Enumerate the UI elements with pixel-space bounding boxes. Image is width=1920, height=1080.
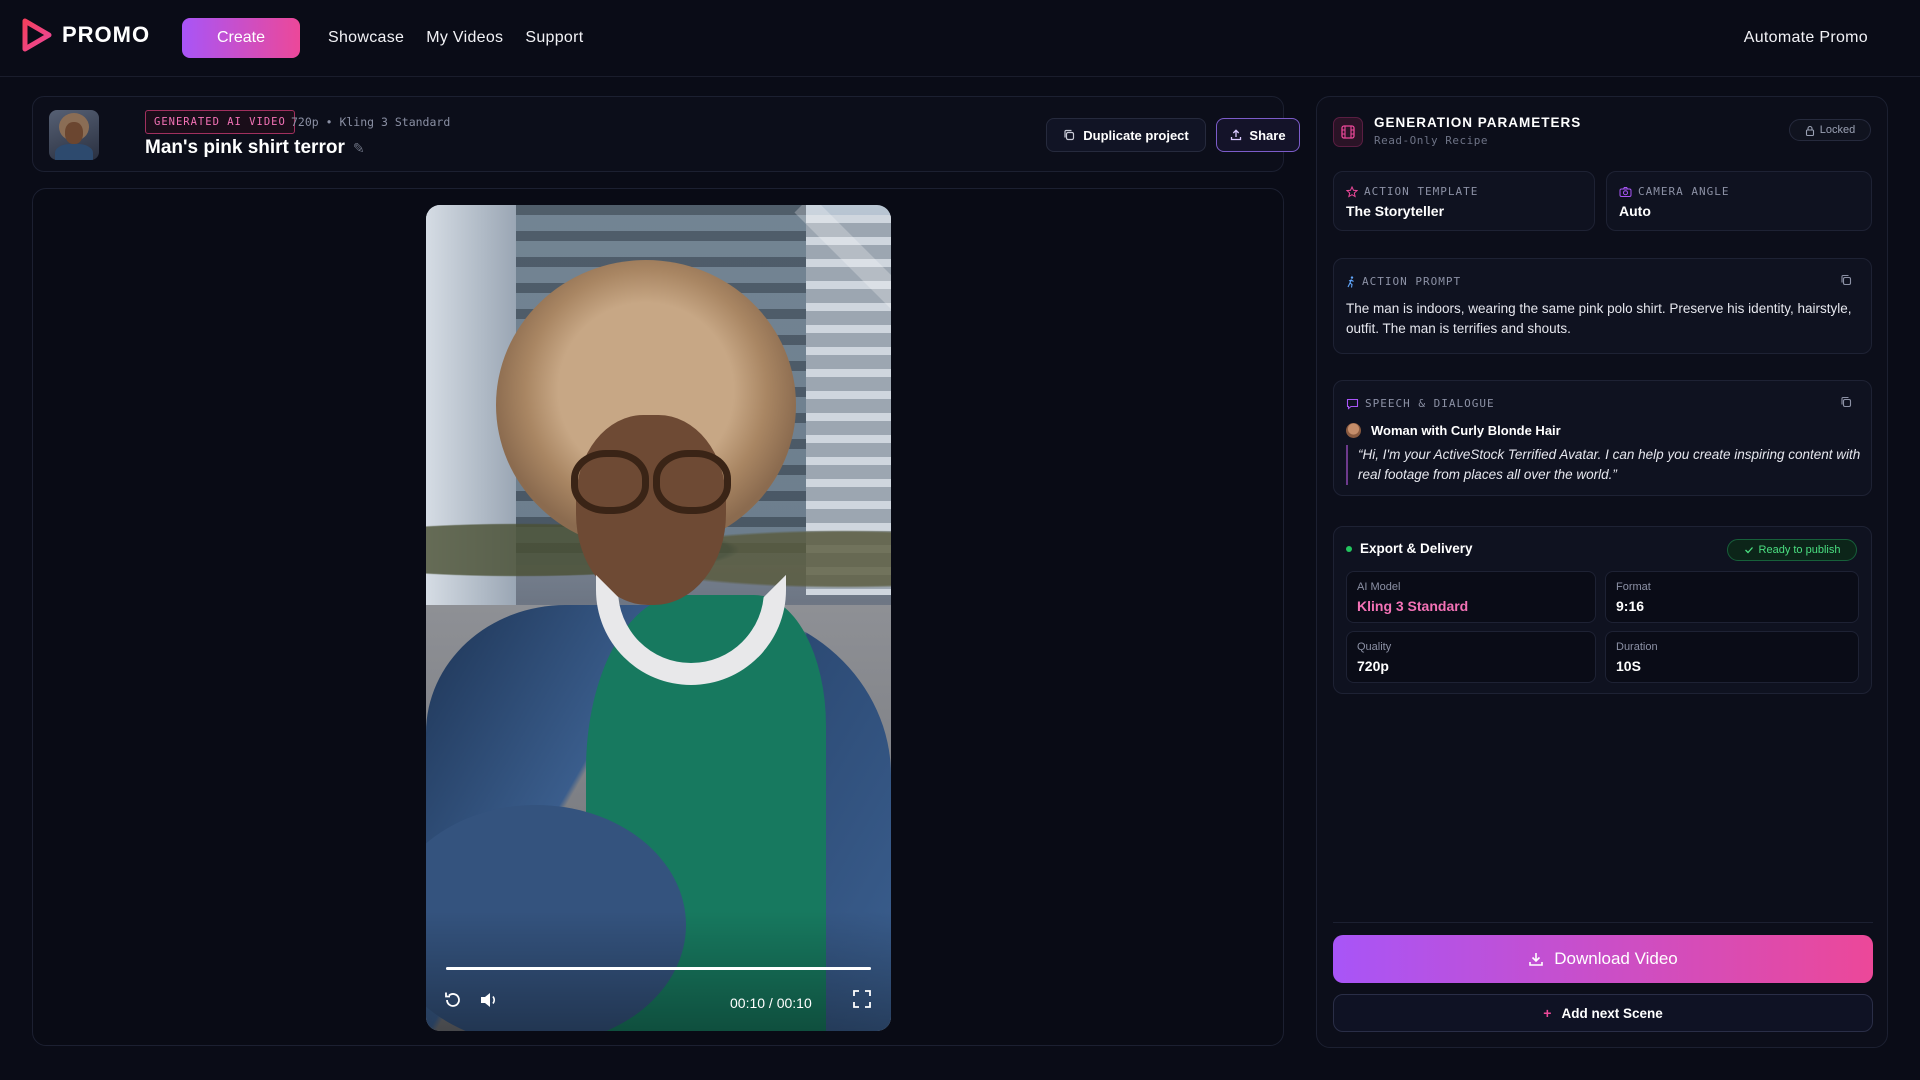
locked-badge: Locked <box>1789 119 1871 141</box>
camera-icon <box>1619 186 1632 197</box>
edit-pencil-icon[interactable]: ✎ <box>353 140 365 157</box>
action-prompt-label: ACTION PROMPT <box>1362 275 1462 288</box>
project-bar: GENERATED AI VIDEO 720p • Kling 3 Standa… <box>32 96 1300 172</box>
check-icon <box>1744 547 1753 554</box>
ai-model-label: AI Model <box>1357 581 1401 593</box>
format-value: 9:16 <box>1616 598 1645 614</box>
logo[interactable]: PROMO <box>22 18 150 52</box>
project-thumbnail <box>49 110 99 160</box>
video-player[interactable]: 00:10 / 00:10 <box>426 205 891 1031</box>
running-figure-icon <box>1347 275 1354 288</box>
export-title: Export & Delivery <box>1360 541 1473 556</box>
star-icon <box>1346 185 1358 198</box>
action-template-value: The Storyteller <box>1346 203 1445 219</box>
next-scene-label: Add next Scene <box>1561 1005 1663 1021</box>
volume-icon[interactable] <box>478 989 500 1011</box>
speaker-avatar <box>1346 423 1361 438</box>
duration-label: Duration <box>1616 641 1658 653</box>
action-prompt-card: ACTION PROMPT The man is indoors, wearin… <box>1333 258 1872 354</box>
format-field: Format 9:16 <box>1605 571 1859 623</box>
nav-my-videos[interactable]: My Videos <box>426 29 503 47</box>
duration-value: 10S <box>1616 658 1641 674</box>
download-video-button[interactable]: Download Video <box>1333 935 1873 983</box>
copy-dialogue-icon[interactable] <box>1840 395 1852 413</box>
share-label: Share <box>1249 127 1286 143</box>
generation-parameters-panel: GENERATION PARAMETERS Read-Only Recipe L… <box>1316 96 1888 1048</box>
add-next-scene-button[interactable]: + Add next Scene <box>1333 994 1873 1032</box>
project-title-row: Man's pink shirt terror ✎ <box>145 137 365 159</box>
nav-support[interactable]: Support <box>525 29 583 47</box>
speech-label: SPEECH & DIALOGUE <box>1365 397 1495 410</box>
camera-angle-label: CAMERA ANGLE <box>1638 185 1730 198</box>
plus-icon: + <box>1543 1005 1552 1021</box>
video-time: 00:10 / 00:10 <box>730 995 812 1011</box>
dialogue-quote: “Hi, I'm your ActiveStock Terrified Avat… <box>1346 445 1866 485</box>
export-delivery-card: Export & Delivery Ready to publish AI Mo… <box>1333 526 1872 694</box>
action-prompt-text: The man is indoors, wearing the same pin… <box>1346 301 1852 336</box>
ready-label: Ready to publish <box>1758 544 1841 556</box>
nav-showcase[interactable]: Showcase <box>328 29 404 47</box>
action-template-card: ACTION TEMPLATE The Storyteller <box>1333 171 1595 231</box>
video-progress-fill <box>446 967 871 970</box>
panel-divider <box>1333 922 1873 923</box>
quality-field: Quality 720p <box>1346 631 1596 683</box>
format-label: Format <box>1616 581 1651 593</box>
speaker-row: Woman with Curly Blonde Hair <box>1346 423 1561 438</box>
speaker-name: Woman with Curly Blonde Hair <box>1371 423 1561 438</box>
film-icon <box>1333 117 1363 147</box>
copy-prompt-icon[interactable] <box>1840 273 1852 291</box>
glasses <box>571 450 731 514</box>
project-meta: 720p • Kling 3 Standard <box>291 115 451 129</box>
quality-value: 720p <box>1357 658 1389 674</box>
ai-model-value: Kling 3 Standard <box>1357 598 1469 614</box>
lock-icon <box>1805 125 1814 136</box>
create-button[interactable]: Create <box>182 18 300 58</box>
video-progress-bar[interactable] <box>446 967 871 970</box>
duplicate-project-button[interactable]: Duplicate project <box>1046 118 1206 152</box>
duplicate-label: Duplicate project <box>1083 127 1189 143</box>
duration-field: Duration 10S <box>1605 631 1859 683</box>
ready-to-publish-badge: Ready to publish <box>1727 539 1857 561</box>
params-title: GENERATION PARAMETERS <box>1374 115 1582 130</box>
params-subtitle: Read-Only Recipe <box>1374 134 1488 147</box>
speech-dialogue-card: SPEECH & DIALOGUE Woman with Curly Blond… <box>1333 380 1872 496</box>
generated-badge: GENERATED AI VIDEO <box>145 110 295 134</box>
share-button[interactable]: Share <box>1216 118 1300 152</box>
fullscreen-icon[interactable] <box>852 989 872 1009</box>
main-nav: Showcase My Videos Support <box>328 29 583 47</box>
ai-model-field: AI Model Kling 3 Standard <box>1346 571 1596 623</box>
automate-promo-link[interactable]: Automate Promo <box>1744 29 1868 47</box>
replay-icon[interactable] <box>442 989 464 1011</box>
play-logo-icon <box>22 18 52 52</box>
camera-angle-value: Auto <box>1619 203 1651 219</box>
project-title: Man's pink shirt terror <box>145 137 345 158</box>
action-template-label: ACTION TEMPLATE <box>1364 185 1479 198</box>
top-header: PROMO Create Showcase My Videos Support … <box>0 0 1920 77</box>
copy-icon <box>1064 129 1075 141</box>
download-icon <box>1529 953 1544 966</box>
upload-icon <box>1231 129 1242 141</box>
logo-text: PROMO <box>62 22 151 47</box>
quality-label: Quality <box>1357 641 1392 653</box>
download-label: Download Video <box>1554 949 1678 968</box>
camera-angle-card: CAMERA ANGLE Auto <box>1606 171 1872 231</box>
status-dot <box>1346 545 1352 552</box>
speech-bubble-icon <box>1346 398 1359 410</box>
locked-label: Locked <box>1819 124 1856 136</box>
